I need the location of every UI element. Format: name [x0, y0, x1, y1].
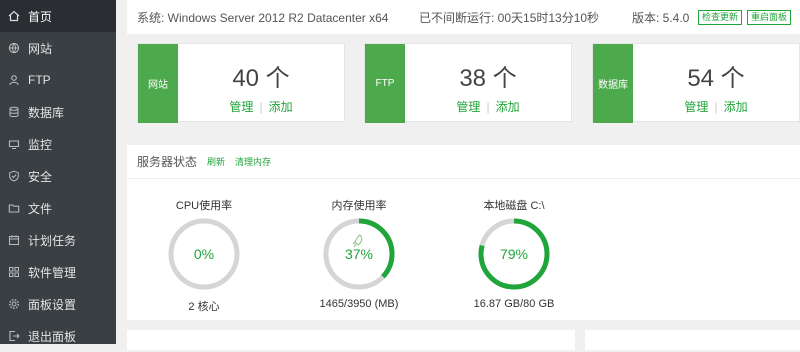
card-tag: FTP — [365, 44, 405, 123]
card-actions: 管理 | 添加 — [178, 98, 344, 115]
database-icon — [8, 106, 20, 118]
globe-icon — [8, 42, 20, 54]
gauge-value: 37% — [344, 246, 374, 262]
sidebar-item-security[interactable]: 安全 — [0, 160, 116, 192]
website-card: 网站 40 个 管理 | 添加 — [137, 43, 345, 123]
database-manage-link[interactable]: 管理 — [684, 100, 708, 114]
bottom-panel-right — [585, 330, 800, 350]
sidebar-item-settings[interactable]: 面板设置 — [0, 288, 116, 320]
sidebar-item-label: FTP — [28, 73, 51, 87]
uptime: 已不间断运行: 00天15时13分10秒 — [419, 10, 600, 25]
website-count: 40 个 — [232, 65, 290, 92]
system-info-bar: 系统: Windows Server 2012 R2 Datacenter x6… — [127, 0, 800, 34]
gauge-title: 本地磁盘 C:\ — [483, 200, 545, 212]
sidebar-item-label: 数据库 — [28, 105, 65, 120]
sidebar-item-label: 面板设置 — [28, 297, 77, 312]
folder-icon — [8, 202, 20, 214]
gear-icon — [8, 298, 20, 310]
server-status-panel: 服务器状态 刷新 清理内存 CPU使用率 0% 2 核心 内存使用率 37% 1… — [127, 145, 800, 320]
bottom-panel-left — [127, 330, 575, 350]
sidebar-item-label: 计划任务 — [28, 233, 77, 248]
restart-panel-button[interactable]: 重启面板 — [747, 10, 792, 25]
gauge-subtext: 1465/3950 (MB) — [319, 298, 399, 310]
sidebar-item-logout[interactable]: 退出面板 — [0, 320, 116, 352]
card-actions: 管理 | 添加 — [633, 98, 799, 115]
sidebar-item-label: 软件管理 — [28, 265, 77, 280]
calendar-icon — [8, 234, 20, 246]
sidebar-item-cron[interactable]: 计划任务 — [0, 224, 116, 256]
refresh-link[interactable]: 刷新 — [207, 155, 225, 168]
ftp-user-icon — [8, 74, 20, 86]
panel-header: 服务器状态 刷新 清理内存 — [127, 145, 800, 179]
card-actions: 管理 | 添加 — [405, 98, 571, 115]
database-add-link[interactable]: 添加 — [724, 100, 748, 114]
sidebar-item-database[interactable]: 数据库 — [0, 96, 116, 128]
ftp-card: FTP 38 个 管理 | 添加 — [364, 43, 572, 123]
sidebar-item-label: 监控 — [28, 137, 53, 152]
card-tag: 网站 — [138, 44, 178, 123]
home-icon — [8, 10, 20, 22]
sidebar-item-files[interactable]: 文件 — [0, 192, 116, 224]
gauge-subtext: 16.87 GB/80 GB — [473, 298, 555, 310]
main-content: 系统: Windows Server 2012 R2 Datacenter x6… — [116, 0, 800, 350]
gauge-value: 79% — [499, 246, 529, 262]
divider: | — [259, 100, 263, 114]
gauge-ring: 0% — [166, 216, 242, 292]
gauge-subtext: 2 核心 — [188, 301, 220, 313]
shield-icon — [8, 170, 20, 182]
sidebar-item-label: 文件 — [28, 201, 53, 216]
website-add-link[interactable]: 添加 — [269, 100, 293, 114]
check-update-button[interactable]: 检查更新 — [698, 10, 743, 25]
sidebar-item-monitor[interactable]: 监控 — [0, 128, 116, 160]
sidebar-item-software[interactable]: 软件管理 — [0, 256, 116, 288]
divider: | — [486, 100, 490, 114]
disk-gauge[interactable]: 本地磁盘 C:\ 79% 16.87 GB/80 GB — [444, 197, 584, 310]
gauge-title: CPU使用率 — [175, 200, 233, 212]
ftp-manage-link[interactable]: 管理 — [456, 100, 480, 114]
version: 版本: 5.4.0 — [632, 10, 690, 25]
sidebar-item-ftp[interactable]: FTP — [0, 64, 116, 96]
sidebar-item-label: 网站 — [28, 41, 53, 56]
ftp-count: 38 个 — [459, 65, 517, 92]
monitor-icon — [8, 138, 20, 150]
sidebar-item-label: 退出面板 — [28, 329, 77, 344]
gauge-value: 0% — [193, 246, 215, 262]
database-count: 54 个 — [687, 65, 745, 92]
system-name: 系统: Windows Server 2012 R2 Datacenter x6… — [137, 10, 389, 25]
sidebar-item-label: 安全 — [28, 169, 53, 184]
website-manage-link[interactable]: 管理 — [229, 100, 253, 114]
sidebar-item-label: 首页 — [28, 9, 53, 24]
sidebar: 首页 网站 FTP 数据库 监控 安全 文件 计划任务 软件管理 面板设置 退出… — [0, 0, 116, 344]
cpu-gauge[interactable]: CPU使用率 0% 2 核心 — [134, 197, 274, 314]
memory-gauge[interactable]: 内存使用率 37% 1465/3950 (MB) — [289, 197, 429, 310]
logout-icon — [8, 330, 20, 342]
grid-icon — [8, 266, 20, 278]
panel-title: 服务器状态 — [137, 155, 198, 169]
card-tag: 数据库 — [593, 44, 633, 123]
clear-memory-link[interactable]: 清理内存 — [235, 155, 271, 168]
ftp-add-link[interactable]: 添加 — [496, 100, 520, 114]
gauge-ring: 37% — [321, 216, 397, 292]
sidebar-item-website[interactable]: 网站 — [0, 32, 116, 64]
gauge-title: 内存使用率 — [331, 200, 387, 212]
gauge-ring: 79% — [476, 216, 552, 292]
sidebar-item-home[interactable]: 首页 — [0, 0, 116, 32]
database-card: 数据库 54 个 管理 | 添加 — [592, 43, 800, 123]
divider: | — [714, 100, 718, 114]
